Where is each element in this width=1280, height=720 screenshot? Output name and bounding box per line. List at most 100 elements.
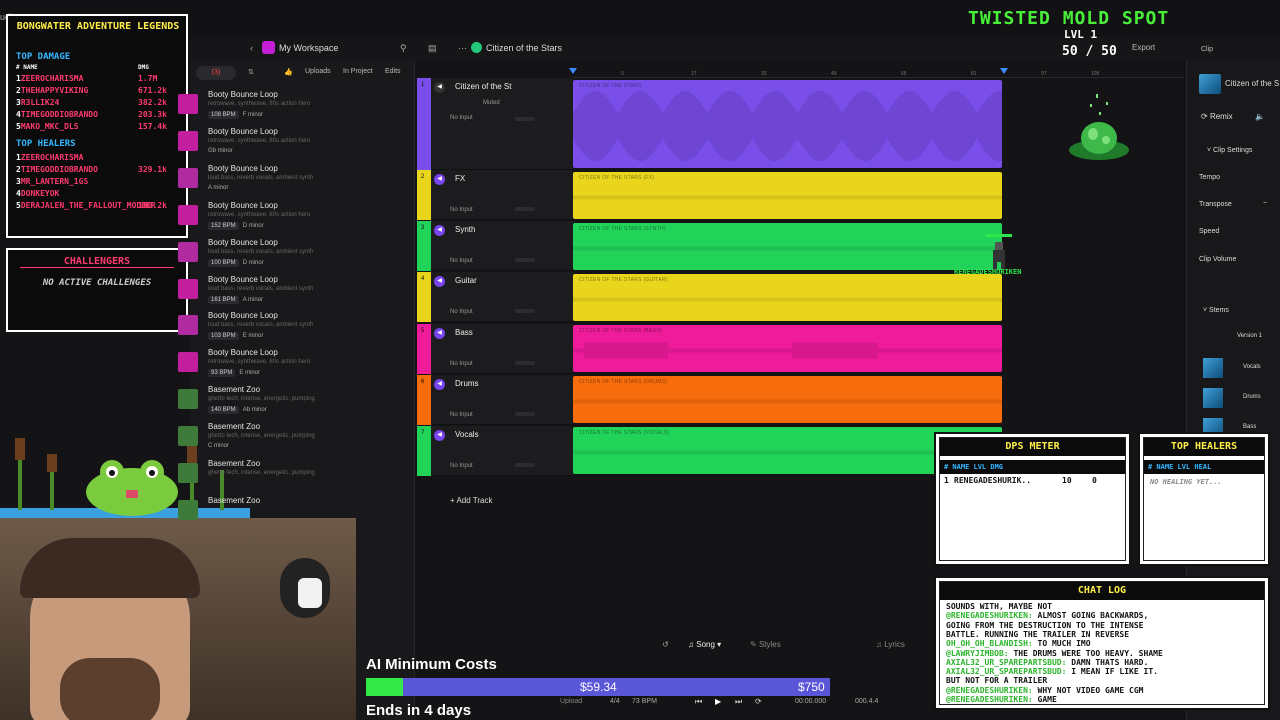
track-input-select[interactable]: No Input (450, 309, 473, 315)
playhead-icon[interactable] (569, 68, 577, 76)
library-item[interactable]: Booty Bounce Loop loud bass, reverb vocal… (178, 164, 408, 201)
like-icon[interactable]: 👍 (284, 68, 293, 76)
clip-settings-header[interactable]: ˅ Clip Settings (1207, 147, 1252, 154)
track-name[interactable]: Synth (455, 225, 525, 234)
track-clip[interactable]: CITIZEN OF THE STARS (SYNTH) (573, 223, 1002, 270)
track-name[interactable]: FX (455, 174, 525, 183)
stems-header[interactable]: ˅ Stems (1203, 307, 1229, 314)
version-select[interactable]: Version 1 (1237, 333, 1262, 339)
more-icon[interactable]: ⋯ (458, 43, 467, 54)
track-volume-fader[interactable] (515, 411, 535, 416)
track-input-select[interactable]: No Input (450, 361, 473, 367)
track-input-select[interactable]: No Input (450, 207, 473, 213)
loop-end-icon[interactable] (1000, 68, 1008, 76)
library-item[interactable]: Booty Bounce Loop retrowave, synthwave, 8… (178, 348, 408, 385)
track-volume-fader[interactable] (515, 463, 535, 467)
tab-uploads[interactable]: Uploads (305, 68, 331, 75)
track-mute-icon[interactable]: ◀ (434, 174, 445, 185)
track-header[interactable]: 1 ◀ Citizen of the St Muted No Input (417, 78, 573, 170)
song-title[interactable]: Citizen of the Stars (486, 43, 562, 53)
track-mute-icon[interactable]: ◀ (434, 276, 445, 288)
clip-tab[interactable]: Clip (1201, 46, 1213, 53)
track-clip[interactable]: CITIZEN OF THE STARS (DRUMS) (573, 376, 1002, 423)
library-item[interactable]: Booty Bounce Loop retrowave, synthwave, 8… (178, 127, 408, 164)
library-item[interactable]: Basement Zoo ghetto tech, intense, energe… (178, 385, 408, 422)
track-clip[interactable]: CITIZEN OF THE STARS (FX) (573, 172, 1002, 219)
track-name[interactable]: Bass (455, 328, 525, 337)
track-volume-fader[interactable] (515, 207, 535, 211)
track-clip[interactable]: CITIZEN OF THE STARS (BASS) (573, 325, 1002, 372)
styles-tab[interactable]: ✎ Styles (750, 640, 781, 649)
track-header[interactable]: 4 ◀ Guitar No Input (417, 272, 573, 323)
mold-boss-sprite (1069, 94, 1129, 160)
track-mute-icon[interactable]: ◀ (434, 225, 445, 237)
library-item[interactable]: Booty Bounce Loop loud bass, reverb vocal… (178, 311, 408, 348)
library-item-meta: 161 BPM A minor (208, 295, 263, 304)
track-clip[interactable]: CITIZEN OF THE STARS (573, 80, 1002, 168)
library-item[interactable]: Booty Bounce Loop loud bass, reverb vocal… (178, 238, 408, 275)
track-header[interactable]: 7 ◀ Vocals No Input (417, 426, 573, 476)
library-item[interactable]: Basement Zoo ghetto tech, intense, energe… (178, 422, 408, 459)
library-item[interactable]: Booty Bounce Loop loud bass, reverb vocal… (178, 275, 408, 312)
volume-icon[interactable]: 🔈 (1255, 112, 1265, 121)
track-name[interactable]: Guitar (455, 276, 525, 285)
forward-icon[interactable]: ⏭ (735, 697, 742, 707)
tab-in-project[interactable]: In Project (343, 68, 373, 75)
library-item[interactable]: Basement Zoo (178, 496, 408, 533)
library-item-key: F minor (242, 112, 264, 118)
add-track-button[interactable]: + Add Track (450, 496, 492, 505)
upload-label[interactable]: Upload (560, 698, 582, 705)
track-mute-icon[interactable]: ◀ (434, 327, 445, 339)
tab-edits[interactable]: Edits (385, 68, 401, 75)
chat-line: @LAWRYJIMBOB: THE DRUMS WERE TOO HEAVY. … (946, 649, 1163, 658)
transpose-minus-icon[interactable]: − (1263, 200, 1267, 207)
track-header[interactable]: 2 ◀ FX No Input (417, 170, 573, 220)
library-item[interactable]: Booty Bounce Loop retrowave, synthwave, 8… (178, 201, 408, 238)
library-item-bpm: 161 BPM (208, 295, 239, 304)
search-icon[interactable]: ⚲ (400, 43, 407, 54)
lyrics-tab[interactable]: ♫ Lyrics (876, 640, 905, 649)
track-input-select[interactable]: No Input (450, 463, 473, 469)
export-button[interactable]: Export (1132, 43, 1155, 52)
song-tab[interactable]: ♫ Song ▾ (688, 640, 721, 649)
track-input-select[interactable]: No Input (450, 412, 473, 418)
library-item[interactable]: Basement Zoo ghetto tech, intense, energe… (178, 459, 408, 496)
chat-message: GAME (1037, 695, 1057, 704)
play-icon[interactable]: ▶ (715, 697, 721, 706)
track-name[interactable]: Vocals (455, 430, 525, 439)
track-clip[interactable]: CITIZEN OF THE STARS (GUITAR) (573, 274, 1002, 321)
library-item[interactable]: Booty Bounce Loop retrowave, synthwave, 8… (178, 90, 408, 127)
track-volume-fader[interactable] (515, 309, 535, 314)
track-input-select[interactable]: No Input (450, 258, 473, 264)
filter-button[interactable]: (3) (196, 66, 236, 80)
chat-line: @RENEGADESHURIKEN: GAME (946, 695, 1057, 704)
chat-user: AXIAL32_UR_SPAREPARTSBUD: (946, 657, 1067, 667)
track-name[interactable]: Citizen of the St (455, 82, 525, 91)
track-header[interactable]: 6 ◀ Drums No Input (417, 374, 573, 425)
back-icon[interactable]: ‹ (250, 43, 253, 53)
track-mute-icon[interactable]: ◀ (434, 430, 445, 441)
tempo-display[interactable]: 73 BPM (632, 698, 657, 705)
sort-icon[interactable]: ⇅ (248, 68, 254, 76)
track-name[interactable]: Drums (455, 379, 525, 388)
track-header[interactable]: 3 ◀ Synth No Input (417, 221, 573, 272)
stem-item[interactable]: Vocals (1203, 358, 1273, 380)
workspace-label[interactable]: My Workspace (279, 43, 338, 53)
undo-icon[interactable]: ↺ (662, 640, 669, 649)
track-mute-icon[interactable]: ◀ (434, 378, 445, 390)
grid-icon[interactable]: ▤ (428, 43, 437, 54)
healers-meter-body: TOP HEALERS # NAME LVL HEAL NO HEALING Y… (1143, 437, 1265, 561)
ruler-tick: 65 (901, 71, 907, 77)
rewind-icon[interactable]: ⏮ (695, 697, 702, 707)
track-input-select[interactable]: No Input (450, 115, 473, 121)
loop-icon[interactable]: ⟳ (755, 697, 762, 706)
stem-item[interactable]: Drums (1203, 388, 1273, 410)
track-volume-fader[interactable] (515, 258, 535, 263)
track-volume-fader[interactable] (515, 360, 535, 365)
track-volume-fader[interactable] (515, 117, 535, 121)
remix-button[interactable]: ⟳ Remix (1201, 112, 1233, 121)
track-mute-icon[interactable]: ◀ (434, 82, 445, 93)
timeline-ruler[interactable]: 0 17 33 49 65 81 97 105 (573, 66, 1183, 78)
library-item-title: Booty Bounce Loop (208, 90, 278, 99)
track-header[interactable]: 5 ◀ Bass No Input (417, 323, 573, 374)
